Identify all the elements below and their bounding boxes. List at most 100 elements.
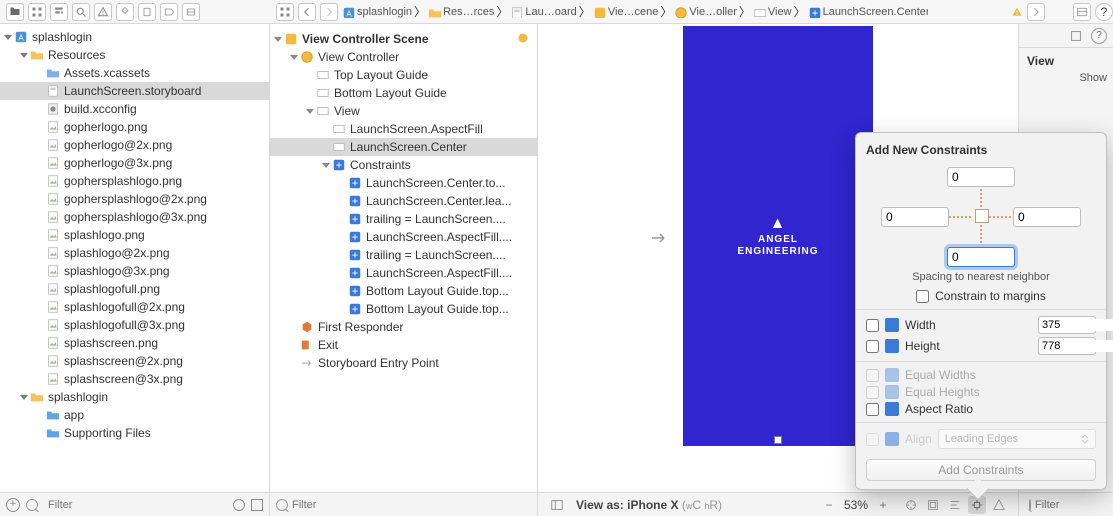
nav-tab-issues-icon[interactable] [94, 3, 112, 21]
navigator-item[interactable]: splashlogo.png [0, 226, 269, 244]
left-spacing-field[interactable] [881, 207, 949, 227]
outline-item[interactable]: View Controller Scene [270, 30, 537, 48]
outline-item[interactable]: First Responder [270, 318, 537, 336]
breadcrumb-item[interactable]: Asplashlogin [342, 6, 412, 18]
navigator-item[interactable]: splashscreen.png [0, 334, 269, 352]
top-spacing-field[interactable] [947, 167, 1015, 187]
png-icon [46, 300, 60, 314]
height-input[interactable] [1038, 337, 1096, 355]
bottom-spacing-field[interactable] [947, 247, 1015, 267]
breadcrumb-item[interactable]: Lau…oard [510, 6, 576, 18]
back-icon[interactable] [298, 3, 316, 21]
outline-item[interactable]: trailing = LaunchScreen.... [270, 246, 537, 264]
resize-handle[interactable] [774, 436, 782, 444]
outline-item[interactable]: View Controller [270, 48, 537, 66]
nav-tab-debug-icon[interactable] [138, 3, 156, 21]
nav-tab-reports-icon[interactable] [182, 3, 200, 21]
nav-tab-files-icon[interactable] [6, 3, 24, 21]
breadcrumb-item[interactable]: LaunchScreen.Center [808, 6, 928, 18]
width-input[interactable] [1038, 316, 1096, 334]
navigator-item[interactable]: LaunchScreen.storyboard [0, 82, 269, 100]
navigator-item[interactable]: splashlogofull@2x.png [0, 298, 269, 316]
outline-item[interactable]: LaunchScreen.Center.lea... [270, 192, 537, 210]
navigator-item[interactable]: splashlogin [0, 388, 269, 406]
navigator-item[interactable]: gopherlogo.png [0, 118, 269, 136]
navigator-item[interactable]: splashlogofull@3x.png [0, 316, 269, 334]
outline-item[interactable]: Bottom Layout Guide.top... [270, 282, 537, 300]
outline-item[interactable]: LaunchScreen.Center [270, 138, 537, 156]
breadcrumb-item[interactable]: Res…rces [428, 6, 494, 18]
navigator-item[interactable]: splashscreen@3x.png [0, 370, 269, 388]
navigator-filter-input[interactable] [48, 499, 227, 511]
outline-tree[interactable]: View Controller SceneView ControllerTop … [270, 24, 537, 492]
help-icon[interactable]: ? [1095, 3, 1113, 21]
zoom-in-button[interactable]: + [874, 496, 892, 514]
nav-tab-source-icon[interactable] [28, 3, 46, 21]
navigator-item[interactable]: Resources [0, 46, 269, 64]
outline-item[interactable]: LaunchScreen.AspectFill.... [270, 264, 537, 282]
navigator-item[interactable]: Asplashlogin [0, 28, 269, 46]
breadcrumb-item[interactable]: View [753, 6, 792, 18]
update-frames-icon[interactable] [902, 496, 920, 514]
navigator-item[interactable]: Assets.xcassets [0, 64, 269, 82]
outline-item[interactable]: LaunchScreen.AspectFill.... [270, 228, 537, 246]
outline-filter-bar [270, 492, 537, 516]
inspector-filter-input[interactable] [1035, 499, 1113, 511]
plist-icon [46, 102, 60, 116]
nav-tab-find-icon[interactable] [72, 3, 90, 21]
width-checkbox[interactable] [866, 319, 879, 332]
aspect-ratio-checkbox[interactable] [866, 403, 879, 416]
navigator-item[interactable]: gophersplashlogo.png [0, 172, 269, 190]
outline-item[interactable]: View [270, 102, 537, 120]
navigator-item[interactable]: splashlogo@2x.png [0, 244, 269, 262]
navigator-item[interactable]: app [0, 406, 269, 424]
navigator-item[interactable]: splashscreen@2x.png [0, 352, 269, 370]
align-icon[interactable] [946, 496, 964, 514]
navigator-item[interactable]: Supporting Files [0, 424, 269, 442]
navigator-item[interactable]: build.xcconfig [0, 100, 269, 118]
navigator-item[interactable]: gophersplashlogo@3x.png [0, 208, 269, 226]
constrain-margins-checkbox[interactable] [916, 290, 929, 303]
outline-item[interactable]: Bottom Layout Guide.top... [270, 300, 537, 318]
outline-item[interactable]: Bottom Layout Guide [270, 84, 537, 102]
navigator-item[interactable]: gophersplashlogo@2x.png [0, 190, 269, 208]
zoom-level[interactable]: 53% [844, 498, 868, 512]
navigator-item[interactable]: gopherlogo@2x.png [0, 136, 269, 154]
breadcrumb[interactable]: Asplashlogin〉Res…rces〉Lau…oard〉Vie…cene〉… [342, 3, 1007, 20]
embed-in-icon[interactable] [924, 496, 942, 514]
nav-tab-symbols-icon[interactable] [50, 3, 68, 21]
outline-item[interactable]: Exit [270, 336, 537, 354]
adjust-editor-icon[interactable] [1073, 3, 1091, 21]
jump-bar-chevron-icon[interactable] [1027, 3, 1045, 21]
navigator-item[interactable]: splashlogofull.png [0, 280, 269, 298]
device-preview[interactable]: ▲ ANGEL ENGINEERING [683, 26, 873, 446]
align-checkbox [866, 433, 879, 446]
navigator-tree[interactable]: AsplashloginResourcesAssets.xcassetsLaun… [0, 24, 269, 492]
help-icon[interactable]: ? [1091, 28, 1107, 44]
add-button[interactable]: + [6, 498, 20, 512]
navigator-item[interactable]: gopherlogo@3x.png [0, 154, 269, 172]
related-items-icon[interactable] [276, 3, 294, 21]
document-outline: View Controller SceneView ControllerTop … [270, 24, 538, 516]
navigator-item[interactable]: splashlogo@3x.png [0, 262, 269, 280]
outline-filter-input[interactable] [292, 499, 531, 511]
outline-item[interactable]: trailing = LaunchScreen.... [270, 210, 537, 228]
resolve-issues-icon[interactable] [990, 496, 1008, 514]
outline-item[interactable]: LaunchScreen.AspectFill [270, 120, 537, 138]
nav-tab-breakpoints-icon[interactable] [160, 3, 178, 21]
outline-item[interactable]: LaunchScreen.Center.to... [270, 174, 537, 192]
right-spacing-field[interactable] [1013, 207, 1081, 227]
recent-filter-icon[interactable] [233, 499, 245, 511]
outline-item[interactable]: Storyboard Entry Point [270, 354, 537, 372]
forward-icon[interactable] [320, 3, 338, 21]
breadcrumb-item[interactable]: Vie…oller [674, 6, 737, 18]
breadcrumb-item[interactable]: Vie…cene [593, 6, 659, 18]
toggle-outline-icon[interactable] [548, 496, 566, 514]
inspector-tab-icon[interactable] [1067, 27, 1085, 45]
outline-item[interactable]: Constraints [270, 156, 537, 174]
zoom-out-button[interactable]: − [820, 496, 838, 514]
outline-item[interactable]: Top Layout Guide [270, 66, 537, 84]
height-checkbox[interactable] [866, 340, 879, 353]
nav-tab-tests-icon[interactable] [116, 3, 134, 21]
scm-filter-icon[interactable] [251, 499, 263, 511]
